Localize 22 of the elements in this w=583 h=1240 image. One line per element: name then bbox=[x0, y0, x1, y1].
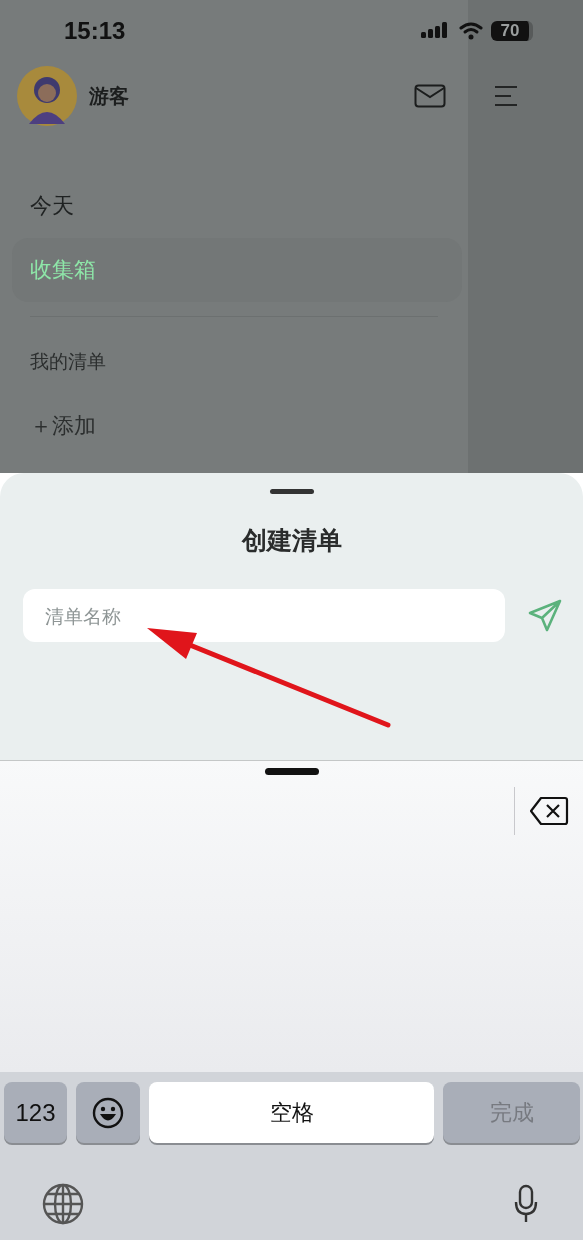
user-name: 游客 bbox=[89, 82, 129, 110]
pad-handle[interactable] bbox=[264, 768, 319, 775]
microphone-icon[interactable] bbox=[514, 1184, 538, 1224]
emoji-key[interactable] bbox=[76, 1082, 140, 1143]
status-time: 15:13 bbox=[64, 17, 126, 45]
wifi-icon bbox=[459, 22, 483, 40]
add-list-link[interactable]: ＋添加 bbox=[12, 375, 462, 441]
avatar-icon[interactable] bbox=[17, 66, 77, 126]
sidebar-item[interactable]: 今天 bbox=[12, 174, 462, 238]
battery-indicator: 70 bbox=[491, 21, 533, 41]
sidebar-item[interactable]: 收集箱 bbox=[12, 238, 462, 302]
smiley-icon bbox=[92, 1096, 124, 1129]
globe-icon[interactable] bbox=[42, 1183, 84, 1225]
numbers-key[interactable]: 123 bbox=[4, 1082, 67, 1143]
sheet-title: 创建清单 bbox=[241, 525, 342, 557]
delete-key-icon[interactable] bbox=[529, 796, 569, 826]
list-name-field[interactable]: 清单名称 bbox=[23, 589, 505, 642]
menu-icon[interactable] bbox=[494, 85, 518, 107]
mail-icon[interactable] bbox=[414, 84, 446, 108]
sheet-handle[interactable] bbox=[269, 489, 314, 494]
space-key[interactable]: 空格 bbox=[149, 1082, 434, 1143]
section-title: 我的清单 bbox=[29, 349, 107, 374]
